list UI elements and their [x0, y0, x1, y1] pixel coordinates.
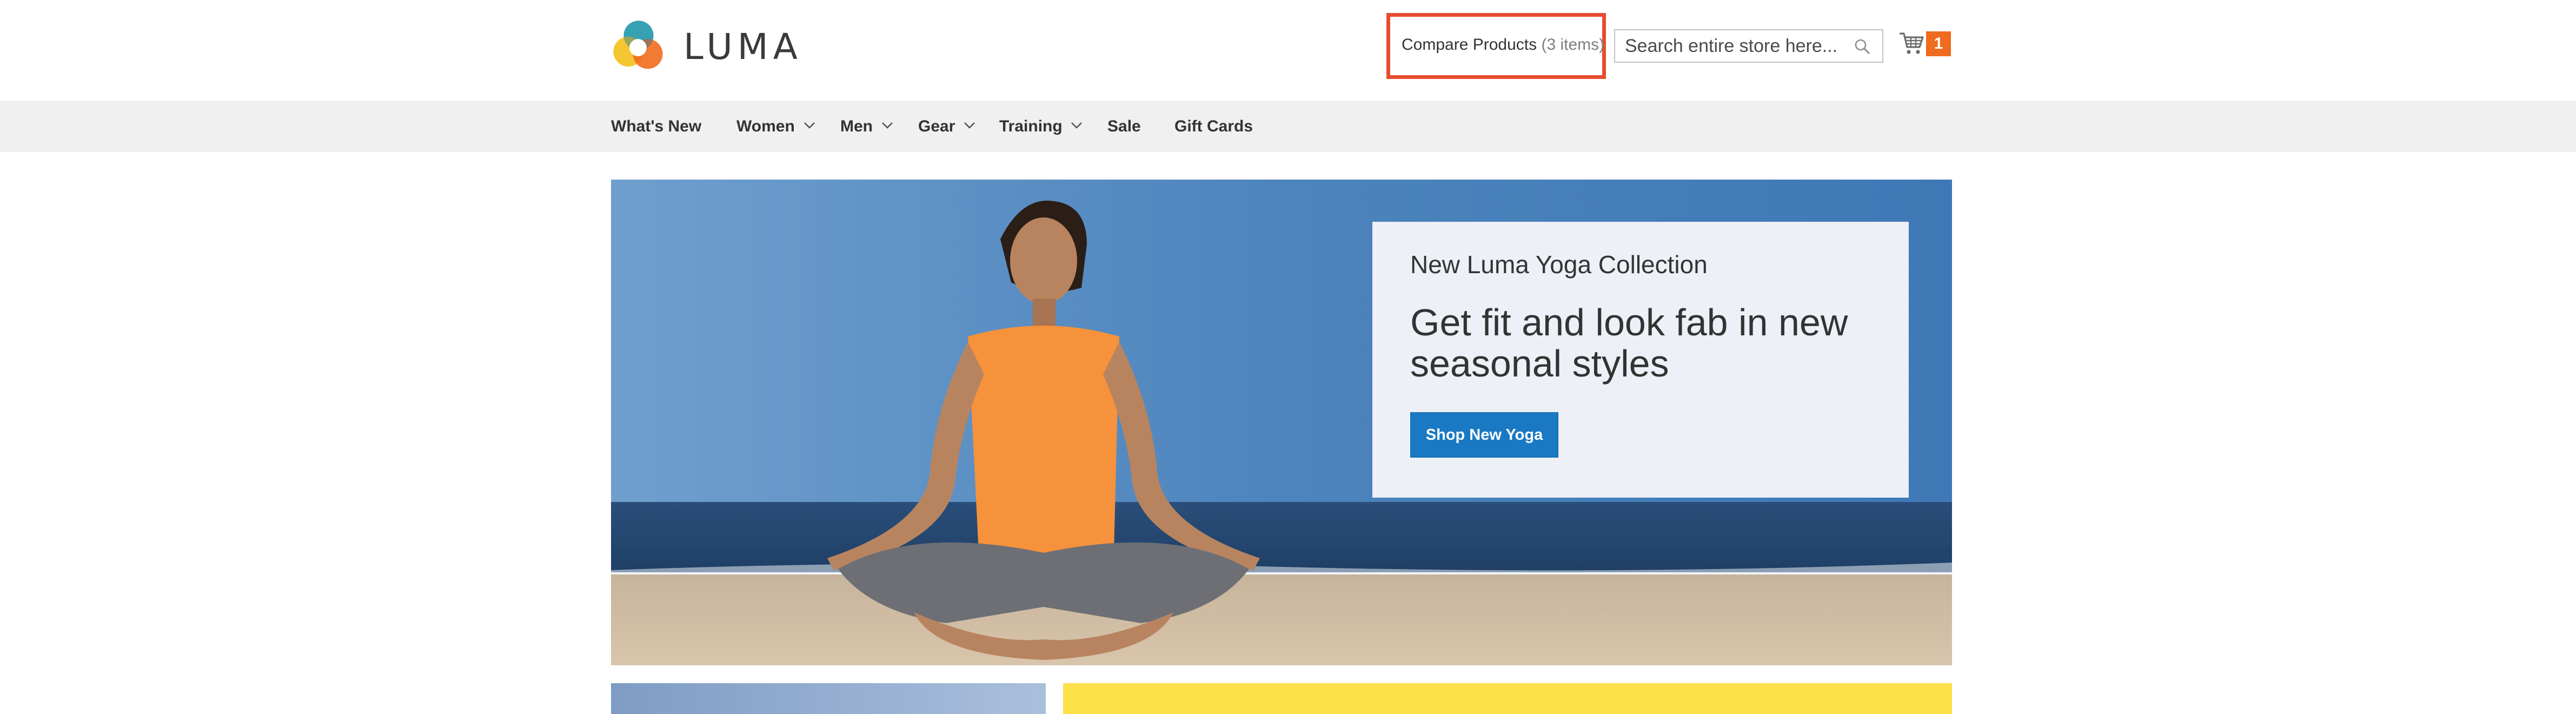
minicart-link[interactable]: 1 — [1899, 28, 1953, 61]
promo-block-left[interactable] — [611, 683, 1046, 714]
search-icon[interactable] — [1854, 38, 1870, 55]
site-header: LUMA Compare Products (3 items) 1 — [0, 0, 2576, 101]
cart-icon — [1900, 32, 1924, 54]
nav-item-gear[interactable]: Gear — [918, 101, 955, 152]
nav-item-training[interactable]: Training — [999, 101, 1063, 152]
luma-logo-icon — [613, 21, 663, 69]
logo-wordmark: LUMA — [683, 26, 802, 68]
hero-banner: New Luma Yoga Collection Get fit and loo… — [611, 180, 1952, 665]
cart-count-badge: 1 — [1926, 31, 1951, 56]
promo-kicker: New Luma Yoga Collection — [1410, 250, 1708, 279]
chevron-down-icon[interactable] — [881, 121, 893, 130]
promo-headline: Get fit and look fab in new seasonal sty… — [1410, 301, 1848, 385]
search-field — [1614, 29, 1883, 63]
nav-item-gift-cards[interactable]: Gift Cards — [1174, 101, 1253, 152]
chevron-down-icon[interactable] — [804, 121, 815, 130]
nav-item-women[interactable]: Women — [736, 101, 795, 152]
chevron-down-icon[interactable] — [964, 121, 975, 130]
store-logo-link[interactable]: LUMA — [610, 18, 802, 76]
promo-panel: New Luma Yoga Collection Get fit and loo… — [1372, 222, 1909, 498]
main-navigation: What's New Women Men Gear Training Sale … — [0, 101, 2576, 152]
nav-item-sale[interactable]: Sale — [1107, 101, 1141, 152]
compare-products-label: Compare Products — [1402, 36, 1537, 54]
nav-item-whats-new[interactable]: What's New — [611, 101, 701, 152]
compare-products-link[interactable]: Compare Products (3 items) — [1402, 36, 1604, 54]
chevron-down-icon[interactable] — [1071, 121, 1083, 130]
promo-block-right[interactable] — [1063, 683, 1952, 714]
compare-products-count: (3 items) — [1541, 36, 1605, 54]
promo-block-left-photo — [611, 683, 1046, 714]
shop-new-yoga-button[interactable]: Shop New Yoga — [1410, 412, 1558, 458]
search-input[interactable] — [1625, 30, 1847, 62]
nav-item-men[interactable]: Men — [840, 101, 873, 152]
